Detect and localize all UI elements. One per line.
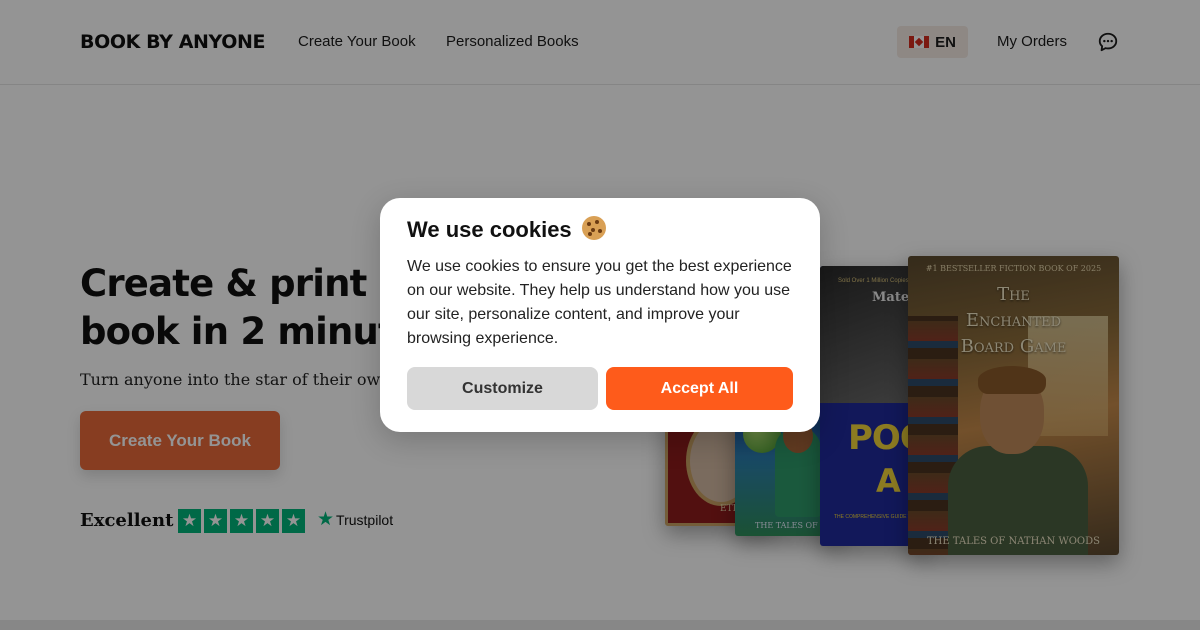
cookie-consent-dialog: We use cookies We use cookies to ensure … <box>380 198 820 432</box>
cookie-dialog-body: We use cookies to ensure you get the bes… <box>407 258 792 347</box>
cookie-title-text: We use cookies <box>407 217 572 242</box>
cookie-dialog-title: We use cookies <box>407 216 606 243</box>
accept-all-button[interactable]: Accept All <box>606 367 793 410</box>
customize-button[interactable]: Customize <box>407 367 598 410</box>
cookie-icon <box>581 216 606 240</box>
